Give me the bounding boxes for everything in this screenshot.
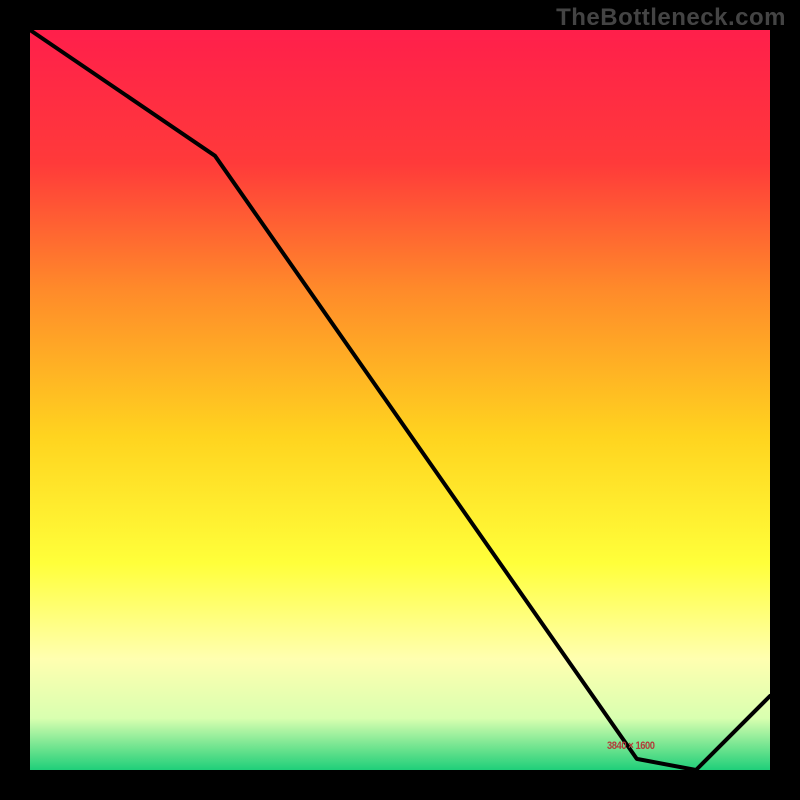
- chart-svg: [0, 0, 800, 800]
- plot-area: [30, 30, 770, 770]
- chart-container: TheBottleneck.com 3840 × 1600: [0, 0, 800, 800]
- watermark-text: TheBottleneck.com: [556, 4, 786, 32]
- min-point-label: 3840 × 1600: [607, 740, 655, 752]
